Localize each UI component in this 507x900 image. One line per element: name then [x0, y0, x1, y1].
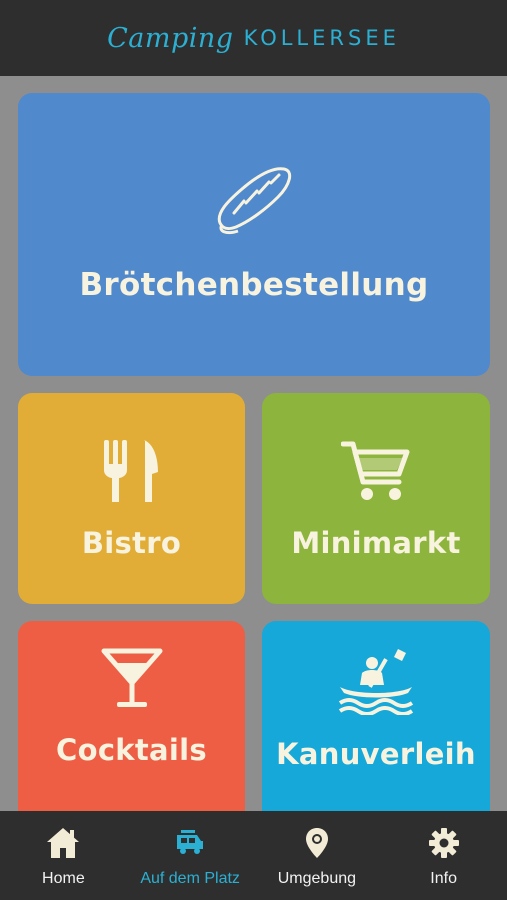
- nav-item-umgebung[interactable]: Umgebung: [254, 811, 381, 900]
- nav-item-home[interactable]: Home: [0, 811, 127, 900]
- bread-icon: [217, 166, 292, 234]
- tile-cocktails[interactable]: Cocktails: [18, 621, 245, 831]
- tile-bistro[interactable]: Bistro: [18, 393, 245, 604]
- tile-label: Bistro: [81, 525, 182, 560]
- tile-kanuverleih[interactable]: Kanuverleih: [262, 621, 490, 831]
- logo-caps-text: KOLLERSEE: [243, 26, 400, 50]
- cutlery-icon: [103, 439, 158, 502]
- cart-icon: [341, 441, 410, 500]
- nav-label: Info: [430, 870, 457, 887]
- tile-broetchenbestellung[interactable]: Brötchenbestellung: [18, 93, 490, 376]
- app-header: Camping KOLLERSEE: [0, 0, 507, 76]
- nav-label: Home: [42, 870, 85, 887]
- bottom-nav: Home Auf dem Platz Umgebung Info: [0, 811, 507, 900]
- tile-label: Kanuverleih: [276, 737, 476, 771]
- tile-minimarkt[interactable]: Minimarkt: [262, 393, 490, 604]
- location-pin-icon: [305, 828, 328, 858]
- tile-label: Brötchenbestellung: [79, 266, 429, 303]
- nav-item-info[interactable]: Info: [380, 811, 507, 900]
- home-icon: [47, 828, 80, 858]
- logo-script-text: Camping: [107, 22, 234, 54]
- tile-label: Minimarkt: [291, 525, 461, 560]
- kayak-icon: [338, 649, 414, 715]
- gear-icon: [428, 828, 459, 858]
- nav-label: Umgebung: [277, 870, 357, 887]
- nav-label: Auf dem Platz: [140, 870, 240, 887]
- cocktail-icon: [101, 648, 162, 707]
- camper-icon: [177, 830, 204, 854]
- app-logo: Camping KOLLERSEE: [107, 23, 400, 54]
- nav-item-auf-dem-platz[interactable]: Auf dem Platz: [127, 811, 254, 900]
- app-root: Camping KOLLERSEE Brötchenbestellung Bis…: [0, 0, 507, 900]
- tile-label: Cocktails: [56, 733, 207, 767]
